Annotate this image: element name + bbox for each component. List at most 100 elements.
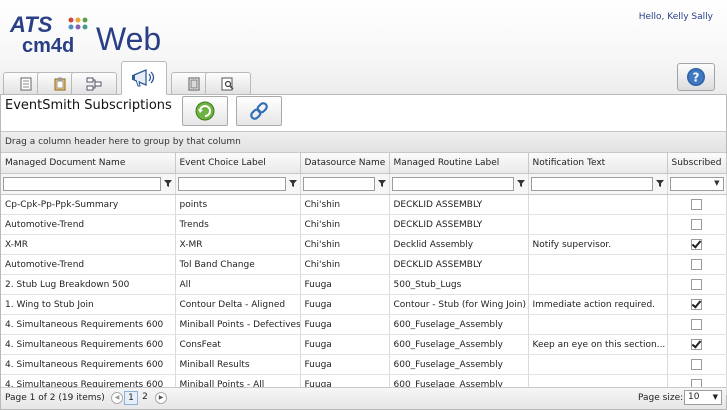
subscribed-checkbox[interactable] <box>691 299 702 310</box>
cell-notification: Immediate action required. <box>528 294 668 315</box>
filter-icon[interactable] <box>288 179 297 187</box>
column-header-subscribed[interactable]: Subscribed <box>667 153 727 174</box>
page-1-button[interactable]: 1 <box>124 391 138 405</box>
cell-subscribed <box>667 314 727 335</box>
subscribed-checkbox[interactable] <box>691 339 702 350</box>
column-header-notification[interactable]: Notification Text <box>528 153 668 174</box>
clipboard-icon <box>54 77 66 90</box>
filter-icon[interactable] <box>163 179 172 187</box>
cell-subscribed <box>667 334 727 355</box>
main-tab-strip <box>0 60 727 95</box>
subscribed-checkbox[interactable] <box>691 319 702 330</box>
cell-subscribed <box>667 354 727 375</box>
cell-notification <box>528 214 668 235</box>
filter-notification-input[interactable] <box>530 177 653 191</box>
cell-routine: 500_Stub_Lugs <box>389 274 529 295</box>
cell-routine: Decklid Assembly <box>389 234 529 255</box>
cell-document: Cp-Cpk-Pp-Ppk-Summary <box>1 194 176 215</box>
cell-subscribed <box>667 214 727 235</box>
filter-icon[interactable] <box>655 179 664 187</box>
cell-routine: 600_Fuselage_Assembly <box>389 314 529 335</box>
cell-notification <box>528 354 668 375</box>
app-header: ATS cm4d Web Hello, Kelly Sally ? <box>0 0 727 95</box>
cell-notification <box>528 274 668 295</box>
page-2-button[interactable]: 2 <box>139 391 151 403</box>
cell-document: Automotive-Trend <box>1 254 176 275</box>
cell-datasource: Fuuga <box>300 334 390 355</box>
filter-routine-input[interactable] <box>391 177 514 191</box>
cell-event: points <box>175 194 301 215</box>
filter-icon[interactable] <box>516 179 525 187</box>
filter-subscribed-select[interactable]: ▼ <box>669 177 724 191</box>
cell-routine: Contour - Stub (for Wing Join) <box>389 294 529 315</box>
subscribed-checkbox[interactable] <box>691 259 702 270</box>
cell-notification: Notify supervisor. <box>528 234 668 255</box>
search-document-icon <box>221 77 234 90</box>
filter-event-input[interactable] <box>177 177 286 191</box>
cell-event: All <box>175 274 301 295</box>
cell-datasource: Chi'shin <box>300 234 390 255</box>
cell-document: 1. Wing to Stub Join <box>1 294 176 315</box>
tab-workflow[interactable] <box>71 72 117 94</box>
page-title: EventSmith Subscriptions <box>5 98 172 113</box>
column-header-datasource[interactable]: Datasource Name <box>300 153 390 174</box>
link-icon <box>250 102 268 120</box>
filter-document-input[interactable] <box>3 177 161 191</box>
page-size-label: Page size: <box>638 393 684 403</box>
help-button[interactable]: ? <box>677 63 715 91</box>
tab-search[interactable] <box>205 72 251 94</box>
user-greeting: Hello, Kelly Sally <box>638 12 713 22</box>
cell-document: Automotive-Trend <box>1 214 176 235</box>
cell-datasource: Fuuga <box>300 294 390 315</box>
cell-event: Miniball Points - Defectives <box>175 314 301 335</box>
cell-subscribed <box>667 254 727 275</box>
page-size-select[interactable]: 10 ▼ <box>684 390 722 405</box>
cell-routine: DECKLID ASSEMBLY <box>389 194 529 215</box>
svg-text:cm4d: cm4d <box>22 35 74 57</box>
cell-event: Miniball Results <box>175 354 301 375</box>
next-page-icon[interactable]: ▶ <box>155 392 167 404</box>
refresh-button[interactable] <box>182 96 228 126</box>
cell-routine: DECKLID ASSEMBLY <box>389 214 529 235</box>
cell-routine: DECKLID ASSEMBLY <box>389 254 529 275</box>
group-by-panel[interactable]: Drag a column header here to group by th… <box>1 132 726 153</box>
table-row[interactable]: 4. Simultaneous Requirements 600 ConsFeat… <box>1 334 727 355</box>
cell-notification <box>528 254 668 275</box>
table-row[interactable]: Automotive-Trend Tol Band Change Chi'shin D… <box>1 254 727 275</box>
refresh-icon <box>195 101 215 121</box>
table-row[interactable]: Cp-Cpk-Pp-Ppk-Summary points Chi'shin DECKL… <box>1 194 727 215</box>
cell-subscribed <box>667 194 727 215</box>
filter-icon[interactable] <box>377 179 386 187</box>
cell-subscribed <box>667 274 727 295</box>
link-button[interactable] <box>236 96 282 126</box>
column-header-document[interactable]: Managed Document Name <box>1 153 176 174</box>
grid-body: Cp-Cpk-Pp-Ppk-Summary points Chi'shin DECKL… <box>1 194 727 395</box>
subscribed-checkbox[interactable] <box>691 359 702 370</box>
cell-datasource: Chi'shin <box>300 194 390 215</box>
table-row[interactable]: X-MR X-MR Chi'shin Decklid Assembly Notify s… <box>1 234 727 255</box>
megaphone-icon <box>132 69 155 87</box>
table-row[interactable]: Automotive-Trend Trends Chi'shin DECKLID AS… <box>1 214 727 235</box>
cell-notification <box>528 194 668 215</box>
cell-document: 4. Simultaneous Requirements 600 <box>1 354 176 375</box>
column-header-routine[interactable]: Managed Routine Label <box>389 153 529 174</box>
table-row[interactable]: 1. Wing to Stub Join Contour Delta - Alig… <box>1 294 727 315</box>
filter-datasource-input[interactable] <box>302 177 375 191</box>
table-row[interactable]: 4. Simultaneous Requirements 600 Miniball… <box>1 314 727 335</box>
column-header-event[interactable]: Event Choice Label <box>175 153 301 174</box>
cell-notification <box>528 314 668 335</box>
subscribed-checkbox[interactable] <box>691 199 702 210</box>
svg-text:ATS: ATS <box>9 12 53 37</box>
prev-page-icon[interactable]: ◀ <box>111 392 123 404</box>
subscribed-checkbox[interactable] <box>691 239 702 250</box>
cell-datasource: Chi'shin <box>300 254 390 275</box>
cm4d-web-logo: ATS cm4d Web <box>8 10 183 60</box>
report-icon <box>188 77 200 90</box>
tab-eventsmith[interactable] <box>121 61 167 95</box>
cell-document: X-MR <box>1 234 176 255</box>
subscribed-checkbox[interactable] <box>691 279 702 290</box>
subscribed-checkbox[interactable] <box>691 219 702 230</box>
subscriptions-table: Managed Document Name Event Choice Label… <box>1 153 727 395</box>
table-row[interactable]: 2. Stub Lug Breakdown 500 All Fuuga 500_Stu… <box>1 274 727 295</box>
table-row[interactable]: 4. Simultaneous Requirements 600 Miniball… <box>1 354 727 375</box>
